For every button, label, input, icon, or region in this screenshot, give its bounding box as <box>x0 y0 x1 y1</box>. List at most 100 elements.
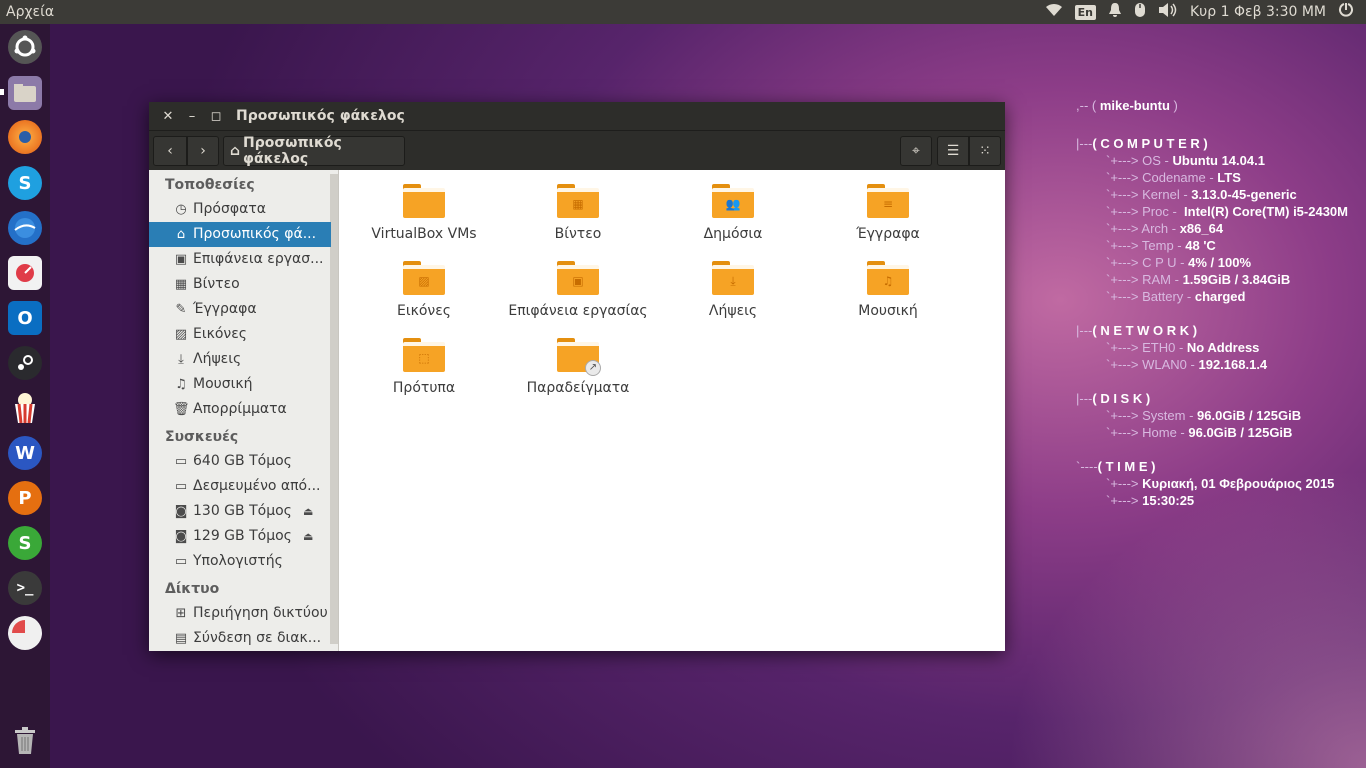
folder-item[interactable]: VirtualBox VMs <box>349 184 499 242</box>
conky-disk-header: |---( D I S K ) <box>1076 391 1151 406</box>
folder-icon <box>403 184 445 218</box>
conky-disk-row: `+---> Home - 96.0GiB / 125GiB <box>1106 425 1293 440</box>
usb-drive-icon: ◙ <box>174 529 188 544</box>
sidebar-item-places-4[interactable]: ✎ Έγγραφα <box>149 297 327 322</box>
wifi-icon[interactable] <box>1045 3 1063 21</box>
sidebar: Τοποθεσίες ◷ Πρόσφατα ⌂ Προσωπικός φά... ▣ Επ… <box>149 170 339 651</box>
sidebar-item-devices-4[interactable]: ▭ Υπολογιστής <box>149 549 327 574</box>
sidebar-item-places-5[interactable]: ▨ Εικόνες <box>149 322 327 347</box>
active-indicator <box>0 89 4 95</box>
conky-computer-row: `+---> Codename - LTS <box>1106 170 1241 185</box>
sidebar-scrollbar[interactable] <box>330 174 338 644</box>
sidebar-item-label: 640 GB Τόμος <box>193 453 292 469</box>
back-button[interactable]: ‹ <box>153 136 187 166</box>
google-earth-icon[interactable] <box>8 211 42 245</box>
folder-icon: 👥 <box>712 184 754 218</box>
disk-usage-icon[interactable] <box>8 616 42 650</box>
terminal-icon[interactable]: >_ <box>8 571 42 605</box>
mouse-icon[interactable] <box>1134 2 1146 22</box>
power-settings-icon[interactable] <box>1338 2 1354 22</box>
folder-emblem-icon: ♫ <box>882 274 894 288</box>
app-menu-title[interactable]: Αρχεία <box>0 4 54 20</box>
folder-label: Δημόσια <box>703 226 763 242</box>
trash-icon[interactable] <box>8 724 42 758</box>
list-view-button[interactable]: ☰ <box>937 136 969 166</box>
conky-computer-row: `+---> RAM - 1.59GiB / 3.84GiB <box>1106 272 1291 287</box>
list-icon: ☰ <box>946 143 960 159</box>
forward-button[interactable]: › <box>187 136 219 166</box>
sidebar-item-label: Πρόσφατα <box>193 201 266 217</box>
system-tray: En Κυρ 1 Φεβ 3:30 MM <box>1045 0 1366 24</box>
folder-icon: ⤓ <box>712 261 754 295</box>
folder-item[interactable]: ⬚ Πρότυπα <box>349 338 499 396</box>
firefox-icon[interactable] <box>8 120 42 154</box>
eject-icon[interactable]: ⏏ <box>303 524 313 549</box>
system-monitor-icon[interactable] <box>8 256 42 290</box>
close-window-icon[interactable]: ✕ <box>156 109 180 124</box>
desktop-icon: ▣ <box>174 252 188 267</box>
conky-computer-row: `+---> Battery - charged <box>1106 289 1246 304</box>
wallpaper-glow <box>1006 468 1366 768</box>
conky-network-row: `+---> ETH0 - No Address <box>1106 340 1260 355</box>
locate-button[interactable]: ⌖ <box>900 136 932 166</box>
eject-icon[interactable]: ⏏ <box>303 499 313 524</box>
sidebar-item-places-6[interactable]: ⤓ Λήψεις <box>149 347 327 372</box>
sidebar-item-places-7[interactable]: ♫ Μουσική <box>149 372 327 397</box>
sidebar-item-places-8[interactable]: 🗑 Απορρίμματα <box>149 397 327 422</box>
usb-drive-icon: ◙ <box>174 504 188 519</box>
outlook-icon[interactable]: O <box>8 301 42 335</box>
folder-item[interactable]: ⤓ Λήψεις <box>658 261 808 319</box>
sidebar-item-label: Προσωπικός φά... <box>193 226 317 242</box>
sidebar-item-devices-0[interactable]: ▭ 640 GB Τόμος <box>149 449 327 474</box>
keyboard-layout-indicator[interactable]: En <box>1074 4 1096 20</box>
folder-emblem-icon: ▨ <box>418 274 430 288</box>
sidebar-item-places-0[interactable]: ◷ Πρόσφατα <box>149 197 327 222</box>
download-icon: ⤓ <box>178 352 184 367</box>
server-icon: ▤ <box>174 631 188 646</box>
path-home-button[interactable]: ⌂ Προσωπικός φάκελος <box>223 135 405 167</box>
folder-label: Εικόνες <box>396 303 451 319</box>
chevron-left-icon: ‹ <box>167 143 173 159</box>
sidebar-item-devices-2[interactable]: ◙ 130 GB Τόμος ⏏ <box>149 499 327 524</box>
dash-home-icon[interactable] <box>8 30 42 64</box>
drive-icon: ▭ <box>174 454 188 469</box>
maximize-window-icon[interactable]: ◻ <box>204 109 228 124</box>
folder-item[interactable]: ▦ Βίντεο <box>503 184 653 242</box>
path-label: Προσωπικός φάκελος <box>243 135 342 167</box>
folder-item[interactable]: ▣ Επιφάνεια εργασίας <box>503 261 653 319</box>
folder-item[interactable]: 👥 Δημόσια <box>658 184 808 242</box>
window-titlebar[interactable]: ✕ – ◻ Προσωπικός φάκελος <box>149 102 1005 130</box>
folder-item[interactable]: ↗ Παραδείγματα <box>503 338 653 396</box>
devices-header: Συσκευές <box>165 429 239 445</box>
folder-item[interactable]: ♫ Μουσική <box>813 261 963 319</box>
wps-writer-icon[interactable]: W <box>8 436 42 470</box>
skype-icon[interactable]: S <box>8 166 42 200</box>
grid-view-button[interactable]: ⁙ <box>969 136 1001 166</box>
sidebar-item-network-0[interactable]: ⊞ Περιήγηση δικτύου <box>149 601 327 626</box>
wps-presentation-icon[interactable]: P <box>8 481 42 515</box>
files-app-icon[interactable] <box>8 76 42 110</box>
top-panel: Αρχεία En Κυρ 1 Φεβ 3:30 MM <box>0 0 1366 24</box>
notification-bell-icon[interactable] <box>1108 2 1122 22</box>
popcorn-time-icon[interactable] <box>8 391 42 425</box>
steam-icon[interactable] <box>8 346 42 380</box>
folder-emblem-icon: ≡ <box>882 197 894 211</box>
conky-time-row: `+---> 15:30:25 <box>1106 493 1195 508</box>
sidebar-item-places-3[interactable]: ▦ Βίντεο <box>149 272 327 297</box>
sidebar-item-devices-3[interactable]: ◙ 129 GB Τόμος ⏏ <box>149 524 327 549</box>
sidebar-item-places-1[interactable]: ⌂ Προσωπικός φά... <box>149 222 331 247</box>
sidebar-item-devices-1[interactable]: ▭ Δεσμευμένο από... <box>149 474 327 499</box>
sidebar-item-label: Εικόνες <box>193 326 248 342</box>
minimize-window-icon[interactable]: – <box>180 109 204 124</box>
sidebar-item-places-2[interactable]: ▣ Επιφάνεια εργασ... <box>149 247 327 272</box>
folder-emblem-icon: ▦ <box>572 197 584 211</box>
sidebar-item-network-1[interactable]: ▤ Σύνδεση σε διακ... <box>149 626 327 651</box>
sidebar-item-label: Περιήγηση δικτύου <box>193 605 327 621</box>
conky-computer-row: `+---> C P U - 4% / 100% <box>1106 255 1251 270</box>
wps-spreadsheets-icon[interactable]: S <box>8 526 42 560</box>
clock-datetime[interactable]: Κυρ 1 Φεβ 3:30 MM <box>1190 4 1326 20</box>
volume-icon[interactable] <box>1158 2 1178 22</box>
folder-emblem-icon: ⬚ <box>418 351 430 365</box>
folder-item[interactable]: ≡ Έγγραφα <box>813 184 963 242</box>
folder-item[interactable]: ▨ Εικόνες <box>349 261 499 319</box>
